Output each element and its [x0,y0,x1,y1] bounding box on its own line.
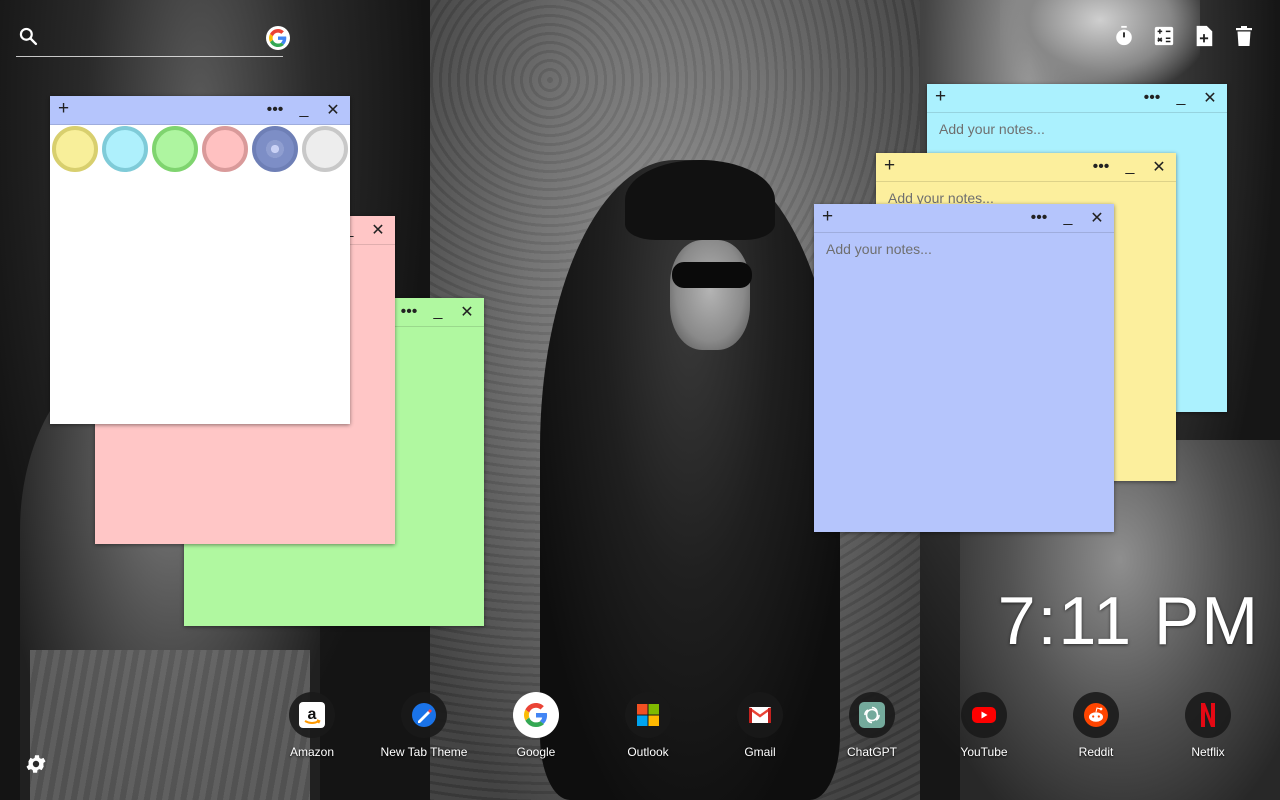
shortcut-outlook[interactable]: Outlook [592,692,704,759]
shortcut-label: Outlook [627,745,669,759]
palette-color-blue[interactable] [102,126,148,172]
add-note-icon[interactable] [1192,24,1216,48]
gmail-icon [737,692,783,738]
color-palette [52,126,348,172]
calculator-icon[interactable] [1152,24,1176,48]
palette-color-green[interactable] [152,126,198,172]
trash-icon[interactable] [1232,24,1256,48]
note-minimize-button[interactable]: _ [1058,208,1078,228]
chatgpt-icon [849,692,895,738]
settings-gear-icon[interactable] [24,752,48,776]
note-close-button[interactable]: ✕ [1200,88,1220,108]
shortcut-label: New Tab Theme [380,745,468,759]
amazon-icon: a [289,692,335,738]
clock: 7:11 PM [997,583,1260,659]
new-tab-theme-icon [401,692,447,738]
add-note-button[interactable]: + [822,207,833,227]
search-input[interactable] [50,26,254,50]
note-close-button[interactable]: ✕ [1087,208,1107,228]
note-menu-button[interactable]: ••• [1142,88,1162,108]
note-textarea[interactable] [824,239,1106,526]
timer-icon[interactable] [1112,24,1136,48]
shortcut-reddit[interactable]: Reddit [1040,692,1152,759]
sticky-note-white: + ••• _ ✕ [50,96,350,424]
palette-color-gray[interactable] [302,126,348,172]
youtube-icon [961,692,1007,738]
sticky-note-purple: + ••• _ ✕ [814,204,1114,532]
search-icon[interactable] [18,26,38,46]
note-menu-button[interactable]: ••• [1029,208,1049,228]
shortcut-chatgpt[interactable]: ChatGPT [816,692,928,759]
shortcut-label: Reddit [1078,745,1114,759]
note-minimize-button[interactable]: _ [1171,88,1191,108]
note-close-button[interactable]: ✕ [1149,157,1169,177]
note-close-button[interactable]: ✕ [323,100,343,120]
shortcut-label: Netflix [1191,745,1225,759]
search-bar [16,20,290,57]
note-menu-button[interactable]: ••• [1091,157,1111,177]
note-header: + ••• _ ✕ [50,96,350,125]
add-note-button[interactable]: + [884,156,895,176]
shortcut-label: YouTube [960,745,1008,759]
shortcut-label: Google [516,745,556,759]
shortcut-google[interactable]: Google [480,692,592,759]
shortcut-gmail[interactable]: Gmail [704,692,816,759]
note-header: + ••• _ ✕ [814,204,1114,233]
note-minimize-button[interactable]: _ [294,100,314,120]
note-minimize-button[interactable]: _ [428,302,448,322]
add-note-button[interactable]: + [935,87,946,107]
shortcut-bar: a Amazon New Tab Theme Google Outlook Gm [256,692,1280,759]
note-close-button[interactable]: ✕ [368,220,388,240]
shortcut-label: ChatGPT [846,745,897,759]
shortcut-amazon[interactable]: a Amazon [256,692,368,759]
note-header: + ••• _ ✕ [927,84,1227,113]
shortcut-youtube[interactable]: YouTube [928,692,1040,759]
note-close-button[interactable]: ✕ [457,302,477,322]
shortcut-netflix[interactable]: Netflix [1152,692,1264,759]
shortcut-new-tab-theme[interactable]: New Tab Theme [368,692,480,759]
google-search-icon[interactable] [266,26,290,50]
google-icon [513,692,559,738]
palette-color-pink[interactable] [202,126,248,172]
note-minimize-button[interactable]: _ [1120,157,1140,177]
outlook-icon [625,692,671,738]
note-menu-button[interactable]: ••• [399,302,419,322]
svg-text:a: a [308,706,317,723]
top-toolbar [1112,24,1256,48]
shortcut-label: Gmail [744,745,776,759]
note-menu-button[interactable]: ••• [265,100,285,120]
reddit-icon [1073,692,1119,738]
palette-color-purple[interactable] [252,126,298,172]
note-header: + ••• _ ✕ [876,153,1176,182]
netflix-icon [1185,692,1231,738]
shortcut-label: Amazon [289,745,335,759]
add-note-button[interactable]: + [58,99,69,119]
palette-color-yellow[interactable] [52,126,98,172]
